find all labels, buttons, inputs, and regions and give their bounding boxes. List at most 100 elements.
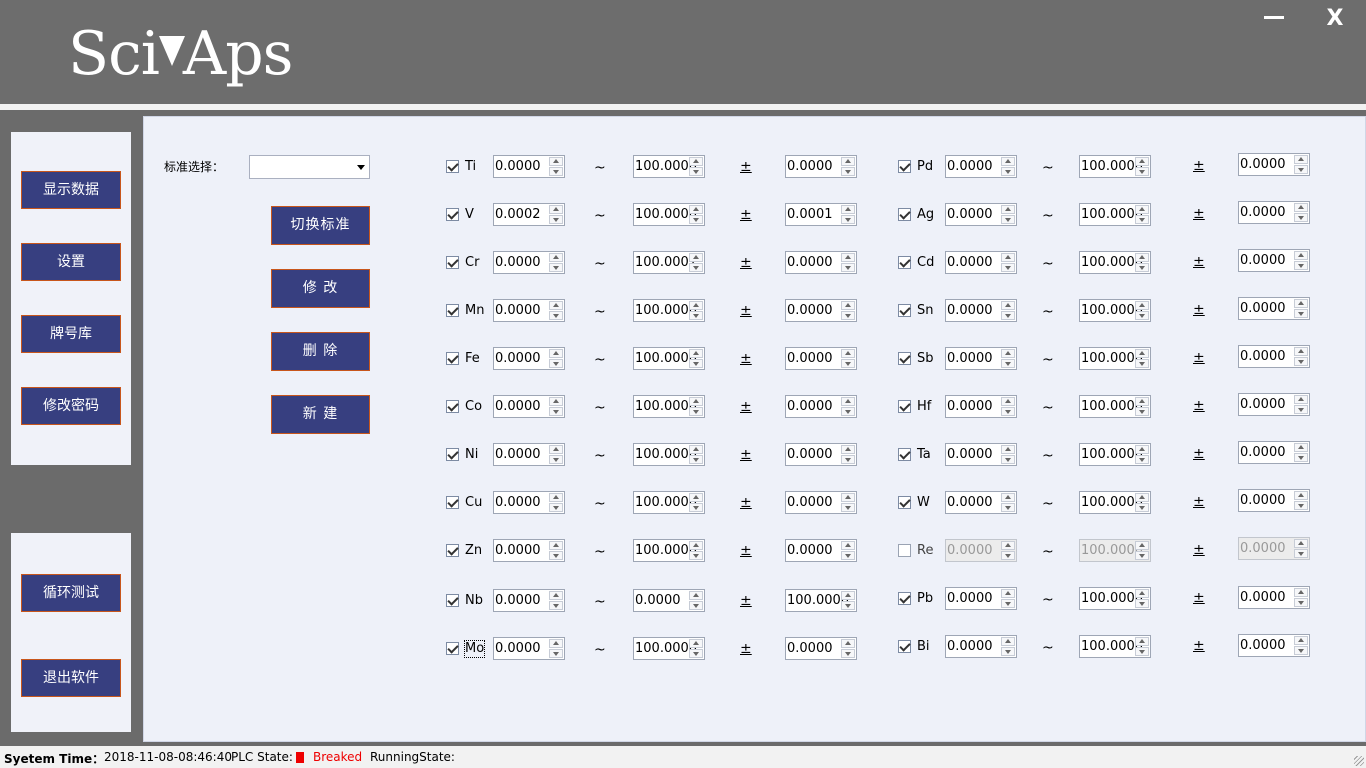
spin-down-icon[interactable] — [689, 263, 703, 272]
spin-down-icon[interactable] — [549, 649, 563, 658]
spin-up-icon[interactable] — [1001, 445, 1015, 454]
spin-down-icon[interactable] — [1001, 407, 1015, 416]
spin-up-icon[interactable] — [689, 493, 703, 502]
spin-down-icon[interactable] — [1135, 359, 1149, 368]
spin-down-icon[interactable] — [549, 503, 563, 512]
spin-down-icon[interactable] — [1135, 167, 1149, 176]
spin-up-icon[interactable] — [1001, 349, 1015, 358]
spin-up-icon[interactable] — [549, 493, 563, 502]
tolerance-input-sn[interactable]: 0.0000 — [1238, 297, 1310, 320]
resize-grip-icon[interactable] — [1354, 756, 1364, 766]
spin-up-icon[interactable] — [1135, 589, 1149, 598]
spin-down-icon[interactable] — [1135, 263, 1149, 272]
max-input-hf[interactable]: 100.0000 — [1079, 395, 1151, 418]
checkbox-hf[interactable] — [898, 400, 911, 413]
switch-standard-button[interactable]: 切换标准 — [271, 206, 370, 245]
spin-down-icon[interactable] — [1135, 503, 1149, 512]
spin-down-icon[interactable] — [1294, 261, 1308, 270]
checkbox-bi[interactable] — [898, 640, 911, 653]
max-input-bi[interactable]: 100.0000 — [1079, 635, 1151, 658]
min-input-hf[interactable]: 0.0000 — [945, 395, 1017, 418]
spin-up-icon[interactable] — [841, 541, 855, 550]
standard-select-dropdown[interactable] — [249, 155, 370, 179]
max-input-ni[interactable]: 100.0000 — [633, 443, 705, 466]
spin-down-icon[interactable] — [549, 407, 563, 416]
spin-up-icon[interactable] — [549, 157, 563, 166]
spin-up-icon[interactable] — [841, 639, 855, 648]
min-input-sn[interactable]: 0.0000 — [945, 299, 1017, 322]
spin-up-icon[interactable] — [1294, 203, 1308, 212]
spin-down-icon[interactable] — [1294, 165, 1308, 174]
spin-down-icon[interactable] — [1135, 647, 1149, 656]
spin-up-icon[interactable] — [841, 493, 855, 502]
max-input-cr[interactable]: 100.0001 — [633, 251, 705, 274]
spin-down-icon[interactable] — [841, 407, 855, 416]
spin-up-icon[interactable] — [1294, 443, 1308, 452]
spin-up-icon[interactable] — [689, 205, 703, 214]
spin-up-icon[interactable] — [549, 397, 563, 406]
spin-down-icon[interactable] — [689, 503, 703, 512]
spin-up-icon[interactable] — [841, 253, 855, 262]
show-data-button[interactable]: 显示数据 — [21, 171, 121, 209]
min-input-v[interactable]: 0.0002 — [493, 203, 565, 226]
spin-up-icon[interactable] — [1135, 445, 1149, 454]
spin-up-icon[interactable] — [1135, 637, 1149, 646]
max-input-cd[interactable]: 100.0000 — [1079, 251, 1151, 274]
spin-up-icon[interactable] — [1135, 397, 1149, 406]
max-input-sb[interactable]: 100.0000 — [1079, 347, 1151, 370]
checkbox-ag[interactable] — [898, 208, 911, 221]
spin-up-icon[interactable] — [689, 639, 703, 648]
tolerance-input-mo[interactable]: 0.0000 — [785, 637, 857, 660]
spin-down-icon[interactable] — [1135, 407, 1149, 416]
tolerance-input-ta[interactable]: 0.0000 — [1238, 441, 1310, 464]
spin-down-icon[interactable] — [1294, 213, 1308, 222]
spin-up-icon[interactable] — [549, 349, 563, 358]
spin-up-icon[interactable] — [1001, 589, 1015, 598]
checkbox-re[interactable] — [898, 544, 911, 557]
spin-up-icon[interactable] — [1001, 205, 1015, 214]
spin-down-icon[interactable] — [841, 649, 855, 658]
tolerance-input-co[interactable]: 0.0000 — [785, 395, 857, 418]
spin-up-icon[interactable] — [1294, 155, 1308, 164]
checkbox-w[interactable] — [898, 496, 911, 509]
spin-down-icon[interactable] — [841, 551, 855, 560]
spin-down-icon[interactable] — [841, 167, 855, 176]
spin-up-icon[interactable] — [1135, 253, 1149, 262]
spin-up-icon[interactable] — [841, 205, 855, 214]
spin-down-icon[interactable] — [549, 551, 563, 560]
spin-down-icon[interactable] — [689, 311, 703, 320]
spin-down-icon[interactable] — [1001, 503, 1015, 512]
spin-down-icon[interactable] — [689, 601, 703, 610]
spin-down-icon[interactable] — [841, 455, 855, 464]
checkbox-mn[interactable] — [446, 304, 459, 317]
checkbox-cu[interactable] — [446, 496, 459, 509]
spin-down-icon[interactable] — [1294, 646, 1308, 655]
checkbox-v[interactable] — [446, 208, 459, 221]
spin-down-icon[interactable] — [1294, 453, 1308, 462]
tolerance-input-ag[interactable]: 0.0000 — [1238, 201, 1310, 224]
spin-up-icon[interactable] — [1001, 493, 1015, 502]
spin-up-icon[interactable] — [689, 157, 703, 166]
checkbox-ti[interactable] — [446, 160, 459, 173]
spin-down-icon[interactable] — [1294, 357, 1308, 366]
tolerance-input-hf[interactable]: 0.0000 — [1238, 393, 1310, 416]
min-input-w[interactable]: 0.0000 — [945, 491, 1017, 514]
spin-up-icon[interactable] — [841, 301, 855, 310]
spin-down-icon[interactable] — [1294, 405, 1308, 414]
spin-down-icon[interactable] — [549, 601, 563, 610]
spin-up-icon[interactable] — [689, 253, 703, 262]
change-password-button[interactable]: 修改密码 — [21, 387, 121, 425]
max-input-sn[interactable]: 100.0000 — [1079, 299, 1151, 322]
spin-up-icon[interactable] — [1001, 637, 1015, 646]
spin-down-icon[interactable] — [1294, 598, 1308, 607]
spin-down-icon[interactable] — [549, 263, 563, 272]
spin-down-icon[interactable] — [1135, 455, 1149, 464]
spin-down-icon[interactable] — [841, 215, 855, 224]
new-button[interactable]: 新 建 — [271, 395, 370, 434]
min-input-ni[interactable]: 0.0000 — [493, 443, 565, 466]
tolerance-input-w[interactable]: 0.0000 — [1238, 489, 1310, 512]
max-input-pb[interactable]: 100.0000 — [1079, 587, 1151, 610]
min-input-bi[interactable]: 0.0000 — [945, 635, 1017, 658]
tolerance-input-sb[interactable]: 0.0000 — [1238, 345, 1310, 368]
grade-library-button[interactable]: 牌号库 — [21, 315, 121, 353]
